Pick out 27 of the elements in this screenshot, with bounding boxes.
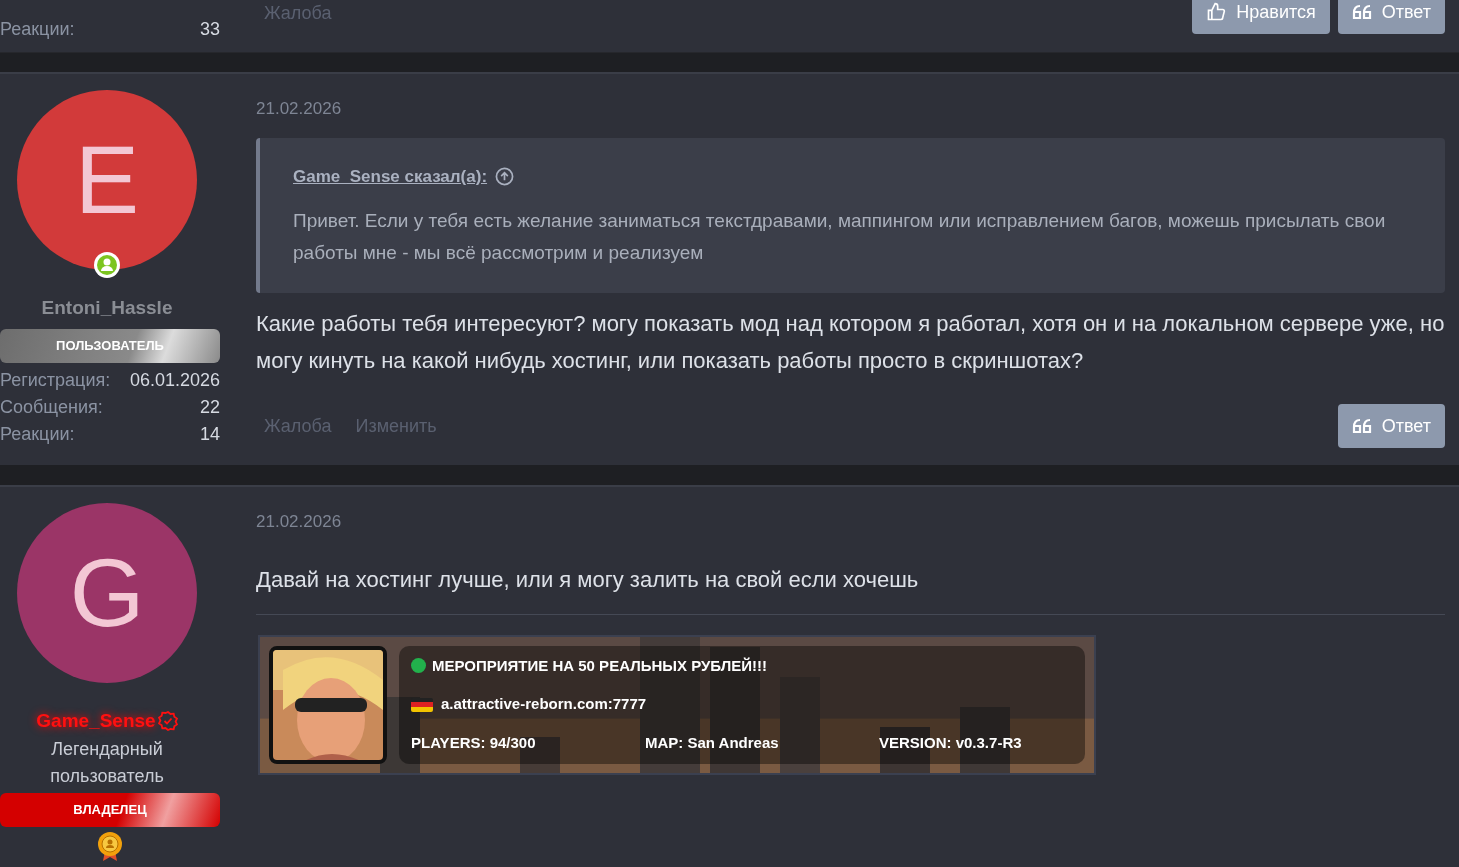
post-text: Давай на хостинг лучше, или я могу залить на свой если хочешь [256, 565, 920, 594]
quote-author-link[interactable]: Game_Sense сказал(а): [293, 163, 488, 189]
quote-text: Привет. Если у тебя есть желание заниматься текстдравами, маппингом или исправлением багов, можешь присылать свои работы мне - мы всё рассмотрим и реализуем [293, 209, 1387, 265]
username: Entoni_Hassle [41, 296, 173, 320]
thumbs-up-icon [1206, 2, 1227, 22]
quote-icon [1351, 418, 1372, 434]
stat-label: Сообщения: [0, 395, 103, 419]
arrow-up-circle-icon[interactable] [495, 166, 515, 186]
avatar-letter: G [69, 545, 145, 641]
post-date: 21.02.2026 [256, 98, 343, 120]
like-button[interactable]: Нравится [1192, 0, 1330, 34]
stat-label: Регистрация: [0, 368, 111, 392]
stat-value: 33 [199, 18, 220, 41]
role-badge: ВЛАДЕЛЕЦ [0, 792, 220, 827]
stat-value: 22 [199, 395, 220, 419]
quote-icon [1351, 4, 1372, 20]
reply-button[interactable]: Ответ [1337, 404, 1445, 448]
post-text: Какие работы тебя интересуют? могу показать мод над котором я работал, хотя он и на локальном сервере уже, но могу кинуть на какой нибудь хостинг, или показать работы просто в скриншотах? [256, 310, 1445, 375]
stat-label: Реакции: [0, 18, 75, 41]
stat-value: 14 [199, 422, 220, 446]
user-title: Легендарный пользователь [49, 737, 165, 788]
avatar-letter: E [75, 132, 139, 228]
username: Game_Sense [36, 709, 156, 733]
post-date: 21.02.2026 [256, 511, 343, 533]
stat-value: 06.01.2026 [129, 368, 220, 392]
reply-button[interactable]: Ответ [1337, 0, 1445, 34]
stat-label: Реакции: [0, 422, 75, 446]
